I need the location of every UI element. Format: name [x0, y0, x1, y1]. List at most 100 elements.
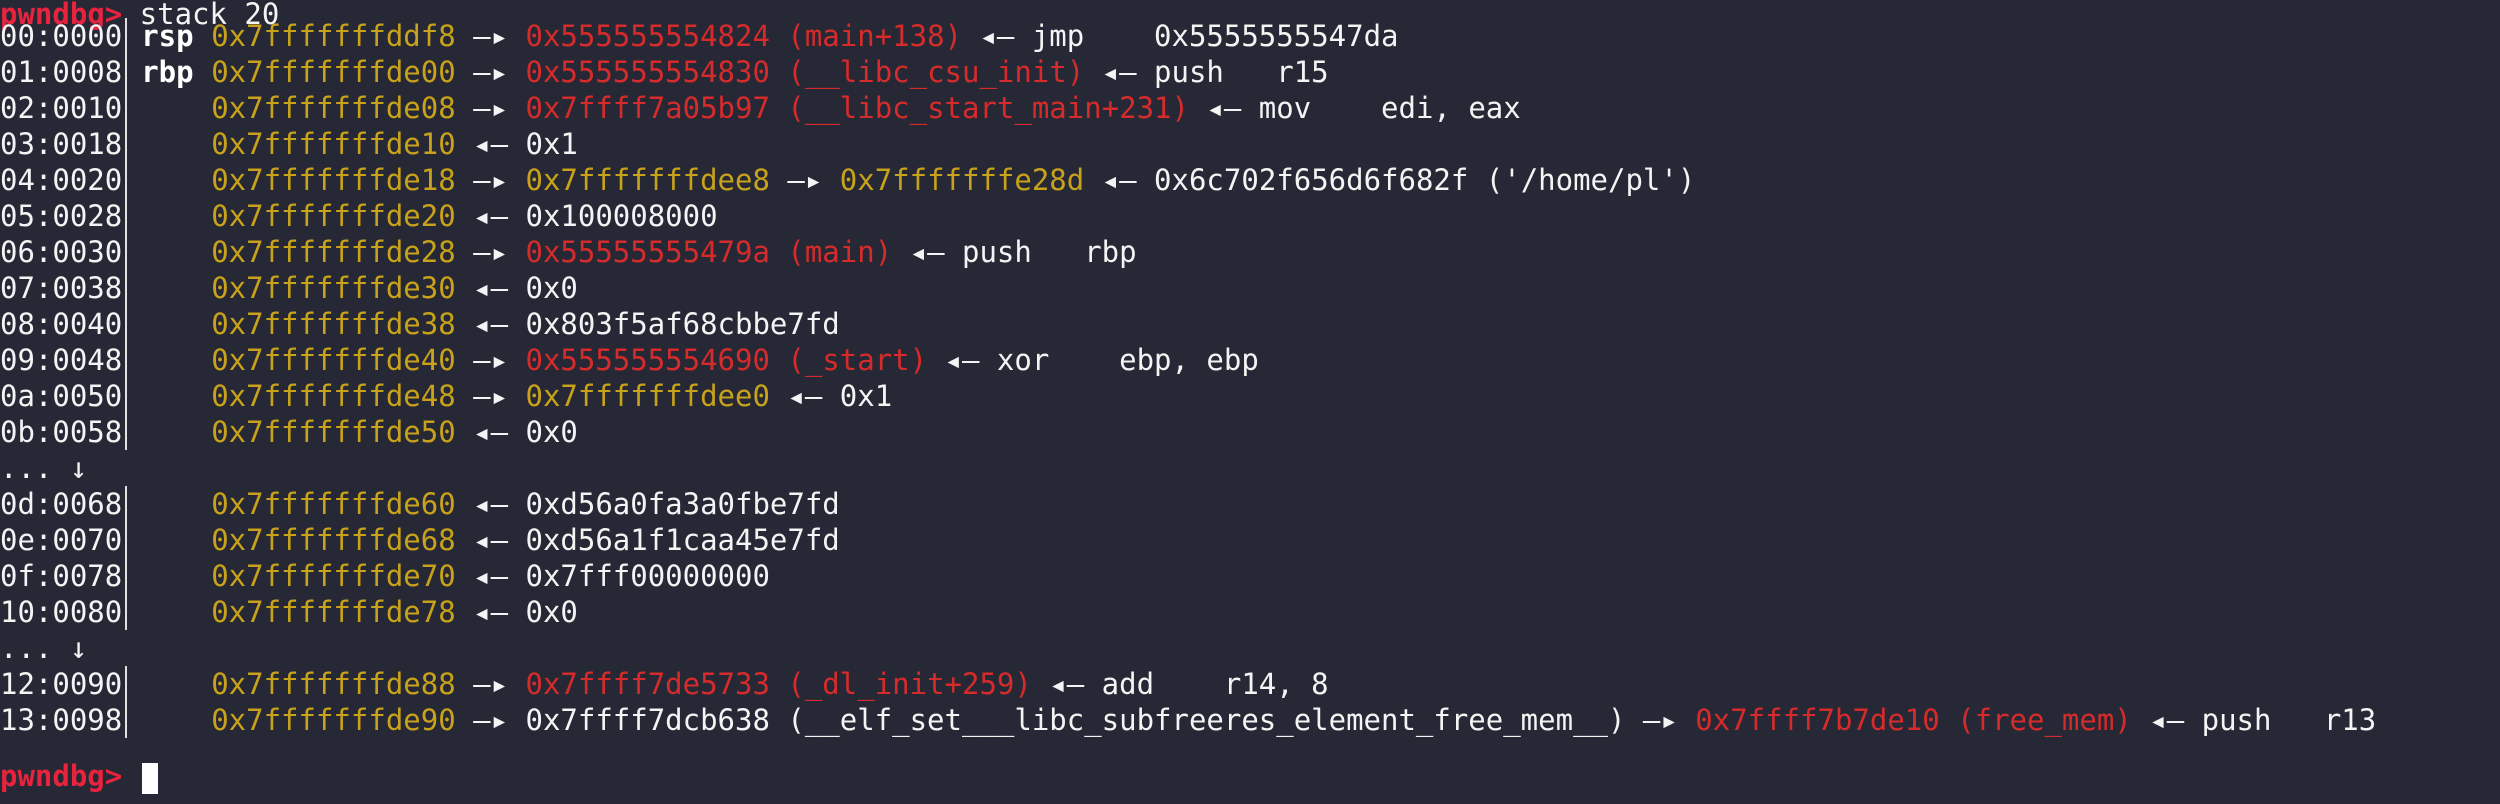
- stack-offset: 05:0028: [0, 199, 123, 233]
- input-line[interactable]: pwndbg>: [0, 758, 158, 794]
- stack-address: 0x7fffffffde20: [211, 199, 456, 233]
- ellipsis-row: ... ↓: [0, 450, 87, 486]
- stack-address: 0x7fffffffde48: [211, 379, 456, 413]
- value-text: —▸: [769, 163, 840, 197]
- column-divider: [125, 234, 128, 270]
- stack-row: 13:0098 0x7fffffffde90 —▸ 0x7ffff7dcb638 …: [0, 702, 2376, 738]
- value-text: ◂— 0xd56a1f1caa45e7fd: [455, 523, 840, 557]
- register-label: rsp: [141, 19, 194, 53]
- stack-row: 00:0000 rsp 0x7fffffffddf8 —▸ 0x5555555548…: [0, 18, 1399, 54]
- stack-address: 0x7fffffffde30: [211, 271, 456, 305]
- code-pointer: 0x555555554690 (_start): [525, 343, 928, 377]
- stack-row: 05:0028 0x7fffffffde20 ◂— 0x100008000: [0, 198, 718, 234]
- column-divider: [125, 522, 128, 558]
- column-divider: [125, 90, 128, 126]
- stack-address: 0x7fffffffde38: [211, 307, 456, 341]
- value-text: ◂— mov edi, eax: [1188, 91, 1521, 125]
- column-divider: [125, 198, 128, 234]
- value-text: ◂— 0x803f5af68cbbe7fd: [455, 307, 840, 341]
- stack-address: 0x7fffffffde00: [211, 55, 456, 89]
- register-label: rbp: [141, 55, 194, 89]
- code-pointer: 0x7ffff7b7de10 (free_mem): [1695, 703, 2132, 737]
- value-text: ◂— push r15: [1084, 55, 1329, 89]
- stack-offset: 0a:0050: [0, 379, 123, 413]
- stack-address: 0x7fffffffde18: [211, 163, 456, 197]
- ellipsis-row: ... ↓: [0, 630, 87, 666]
- stack-pointer: 0x7fffffffe28d: [839, 163, 1085, 197]
- stack-address: 0x7fffffffde50: [211, 415, 456, 449]
- code-pointer: 0x555555554824 (main+138): [525, 19, 963, 53]
- stack-row: 01:0008 rbp 0x7fffffffde00 —▸ 0x5555555548…: [0, 54, 1329, 90]
- stack-offset: 0b:0058: [0, 415, 123, 449]
- stack-offset: 04:0020: [0, 163, 123, 197]
- stack-address: 0x7fffffffde40: [211, 343, 456, 377]
- value-text: —▸: [455, 379, 526, 413]
- stack-row: 09:0048 0x7fffffffde40 —▸ 0x555555554690 …: [0, 342, 1259, 378]
- stack-address: 0x7fffffffde68: [211, 523, 456, 557]
- stack-row: 12:0090 0x7fffffffde88 —▸ 0x7ffff7de5733 …: [0, 666, 1329, 702]
- value-text: —▸ 0x7ffff7dcb638 (__elf_set___libc_subf…: [455, 703, 1696, 737]
- stack-offset: 10:0080: [0, 595, 123, 629]
- stack-address: 0x7fffffffddf8: [211, 19, 456, 53]
- value-text: —▸: [455, 55, 526, 89]
- code-pointer: 0x55555555479a (main): [525, 235, 893, 269]
- stack-offset: 0f:0078: [0, 559, 123, 593]
- stack-offset: 0e:0070: [0, 523, 123, 557]
- stack-offset: 06:0030: [0, 235, 123, 269]
- stack-offset: 09:0048: [0, 343, 123, 377]
- stack-row: 0e:0070 0x7fffffffde68 ◂— 0xd56a1f1caa45e…: [0, 522, 840, 558]
- stack-offset: 00:0000: [0, 19, 123, 53]
- column-divider: [125, 306, 128, 342]
- value-text: —▸: [455, 19, 526, 53]
- column-divider: [125, 18, 128, 54]
- column-divider: [125, 702, 128, 738]
- value-text: ◂— 0x7fff00000000: [455, 559, 770, 593]
- stack-offset: 0d:0068: [0, 487, 123, 521]
- stack-row: 0f:0078 0x7fffffffde70 ◂— 0x7fff00000000: [0, 558, 770, 594]
- value-text: —▸: [455, 91, 526, 125]
- stack-row: 0a:0050 0x7fffffffde48 —▸ 0x7fffffffdee0 …: [0, 378, 892, 414]
- column-divider: [125, 666, 128, 702]
- value-text: ◂— 0x0: [455, 415, 578, 449]
- stack-row: 02:0010 0x7fffffffde08 —▸ 0x7ffff7a05b97 …: [0, 90, 1521, 126]
- stack-offset: 03:0018: [0, 127, 123, 161]
- stack-pointer: 0x7fffffffdee0: [525, 379, 770, 413]
- stack-address: 0x7fffffffde60: [211, 487, 456, 521]
- stack-offset: 01:0008: [0, 55, 123, 89]
- stack-address: 0x7fffffffde78: [211, 595, 456, 629]
- stack-row: 0b:0058 0x7fffffffde50 ◂— 0x0: [0, 414, 578, 450]
- stack-address: 0x7fffffffde08: [211, 91, 456, 125]
- text-cursor: [141, 762, 158, 794]
- stack-row: 07:0038 0x7fffffffde30 ◂— 0x0: [0, 270, 578, 306]
- stack-offset: 08:0040: [0, 307, 123, 341]
- stack-pointer: 0x7fffffffdee8: [525, 163, 770, 197]
- value-text: ◂— add r14, 8: [1031, 667, 1329, 701]
- ellipsis-text: ... ↓: [0, 451, 88, 485]
- stack-offset: 12:0090: [0, 667, 123, 701]
- column-divider: [125, 594, 128, 630]
- value-text: —▸: [455, 667, 526, 701]
- value-text: ◂— push rbp: [892, 235, 1137, 269]
- stack-address: 0x7fffffffde28: [211, 235, 456, 269]
- value-text: —▸: [455, 235, 526, 269]
- stack-row: 03:0018 0x7fffffffde10 ◂— 0x1: [0, 126, 578, 162]
- value-text: —▸: [455, 163, 526, 197]
- stack-row: 06:0030 0x7fffffffde28 —▸ 0x55555555479a …: [0, 234, 1137, 270]
- column-divider: [125, 162, 128, 198]
- value-text: ◂— 0x0: [455, 595, 578, 629]
- value-text: ◂— xor ebp, ebp: [927, 343, 1259, 377]
- stack-row: 08:0040 0x7fffffffde38 ◂— 0x803f5af68cbbe…: [0, 306, 840, 342]
- code-pointer: 0x555555554830 (__libc_csu_init): [525, 55, 1085, 89]
- column-divider: [125, 126, 128, 162]
- value-text: ◂— push r13: [2131, 703, 2377, 737]
- stack-offset: 07:0038: [0, 271, 123, 305]
- value-text: ◂— 0xd56a0fa3a0fbe7fd: [455, 487, 840, 521]
- input-text[interactable]: [122, 759, 139, 793]
- ellipsis-text: ... ↓: [0, 631, 88, 665]
- stack-row: 0d:0068 0x7fffffffde60 ◂— 0xd56a0fa3a0fbe…: [0, 486, 840, 522]
- stack-row: 10:0080 0x7fffffffde78 ◂— 0x0: [0, 594, 578, 630]
- stack-address: 0x7fffffffde90: [211, 703, 456, 737]
- terminal-window[interactable]: pwndbg> stack 20 00:0000 rsp 0x7fffffffddf…: [0, 0, 2500, 804]
- column-divider: [125, 486, 128, 522]
- code-pointer: 0x7ffff7a05b97 (__libc_start_main+231): [525, 91, 1189, 125]
